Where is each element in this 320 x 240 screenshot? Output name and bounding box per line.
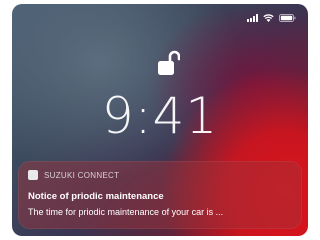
signal-icon (247, 14, 258, 22)
notification-card[interactable]: SUZUKI CONNECT Notice of priodic mainten… (18, 161, 302, 229)
lock-screen: 9:41 SUZUKI CONNECT Notice of priodic ma… (12, 4, 308, 236)
notification-header: SUZUKI CONNECT (28, 170, 119, 180)
app-icon (28, 170, 38, 180)
notification-body: The time for priodic maintenance of your… (28, 207, 224, 217)
wifi-icon (263, 14, 274, 22)
battery-icon (279, 14, 296, 22)
unlocked-padlock-icon (158, 50, 180, 76)
status-bar (247, 13, 296, 23)
notification-app-name: SUZUKI CONNECT (44, 170, 120, 180)
notification-title: Notice of priodic maintenance (28, 191, 164, 202)
lock-screen-time: 9:41 (101, 87, 219, 145)
